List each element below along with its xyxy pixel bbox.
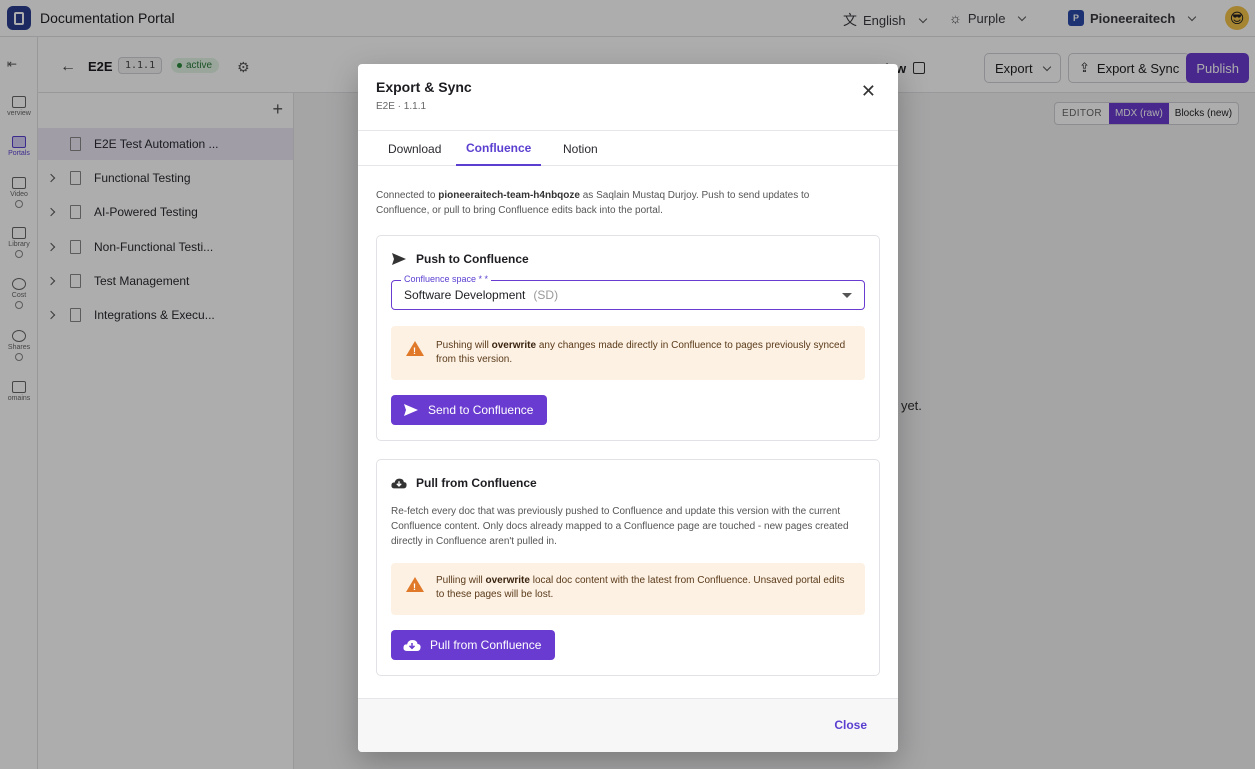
push-warning: Pushing will overwrite any changes made …: [391, 326, 865, 380]
space-name: Software Development: [404, 288, 526, 302]
send-icon: [391, 252, 407, 266]
warn-bold: overwrite: [485, 575, 530, 586]
dialog-footer: Close: [358, 698, 898, 752]
warn-prefix: Pushing will: [436, 340, 492, 351]
cloud-download-icon: [403, 639, 421, 651]
push-heading-row: Push to Confluence: [391, 252, 529, 266]
pull-card: Pull from Confluence Re-fetch every doc …: [376, 459, 880, 676]
pull-description: Re-fetch every doc that was previously p…: [391, 506, 849, 547]
pull-from-confluence-button[interactable]: Pull from Confluence: [391, 630, 556, 660]
push-card: Push to Confluence Confluence space * * …: [376, 235, 880, 441]
intro-prefix: Connected to: [376, 190, 439, 201]
tab-confluence[interactable]: Confluence: [456, 131, 542, 166]
confluence-space-select[interactable]: Confluence space * * Software Developmen…: [391, 274, 865, 310]
warn-prefix: Pulling will: [436, 575, 486, 586]
selected-space: Software Development (SD): [404, 288, 558, 302]
confluence-space-label: Confluence space * *: [401, 274, 492, 284]
warn-bold: overwrite: [491, 340, 537, 351]
connection-info: Connected to pioneeraitech-team-h4nbqoze…: [376, 188, 856, 218]
warning-icon: [406, 341, 424, 358]
dialog-subtitle: E2E · 1.1.1: [376, 101, 427, 112]
tab-download[interactable]: Download: [388, 131, 441, 166]
cloud-download-icon: [391, 476, 407, 490]
pull-heading: Pull from Confluence: [416, 476, 537, 490]
export-sync-dialog: Export & Sync E2E · 1.1.1 ✕ Download Con…: [358, 64, 898, 752]
warning-icon: [406, 577, 424, 594]
send-icon: [404, 404, 418, 416]
confluence-account: pioneeraitech-team-h4nbqoze: [438, 190, 580, 201]
dialog-tabs: Download Confluence Notion: [358, 130, 898, 166]
dropdown-caret-icon: [842, 293, 852, 298]
pull-button-label: Pull from Confluence: [430, 638, 542, 652]
tab-notion[interactable]: Notion: [563, 131, 598, 166]
push-heading: Push to Confluence: [416, 252, 529, 266]
dialog-title: Export & Sync: [376, 79, 472, 95]
pull-warning: Pulling will overwrite local doc content…: [391, 563, 865, 615]
pull-warning-text: Pulling will overwrite local doc content…: [436, 574, 853, 602]
space-code: (SD): [533, 288, 559, 302]
send-button-label: Send to Confluence: [428, 403, 534, 417]
push-warning-text: Pushing will overwrite any changes made …: [436, 339, 853, 367]
pull-heading-row: Pull from Confluence: [391, 476, 537, 490]
close-button[interactable]: Close: [834, 718, 867, 732]
close-icon[interactable]: ✕: [861, 82, 876, 100]
send-to-confluence-button[interactable]: Send to Confluence: [391, 395, 548, 425]
